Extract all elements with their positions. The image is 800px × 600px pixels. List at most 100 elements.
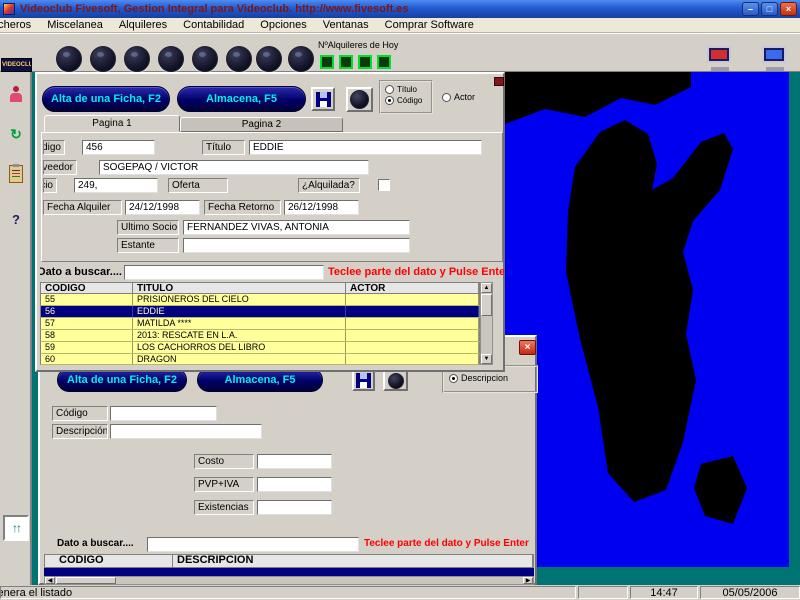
menu-ventanas[interactable]: Ventanas — [315, 19, 377, 31]
help-icon[interactable]: ? — [4, 207, 28, 231]
toolbar-icon-3[interactable] — [124, 46, 150, 72]
dialog1-close-icon[interactable] — [494, 77, 504, 86]
toolbar-icon-8[interactable] — [288, 46, 314, 72]
radio-codigo[interactable]: Código — [385, 96, 431, 105]
toolbar-icon-5[interactable] — [192, 46, 218, 72]
menu-alquileres[interactable]: Alquileres — [111, 19, 175, 31]
table-row[interactable]: 59 LOS CACHORROS DEL LIBRO — [40, 342, 480, 354]
status-message: Genera el listado — [0, 587, 72, 599]
menu-miscelanea[interactable]: Miscelanea — [39, 19, 111, 31]
titulo-input[interactable]: EDDIE — [249, 140, 482, 155]
tab-pagina-2[interactable]: Pagina 2 — [180, 117, 343, 132]
table-row-selected[interactable]: 56 EDDIE — [40, 306, 480, 318]
fecha-retorno-input[interactable]: 26/12/1998 — [284, 200, 359, 215]
toolbar-icon-1[interactable] — [56, 46, 82, 72]
dialog2-h-scrollbar[interactable]: ◀ ▶ — [44, 576, 534, 585]
scroll-thumb[interactable] — [56, 577, 116, 584]
costo-label: Costo — [194, 454, 254, 469]
col-codigo: CODIGO — [45, 555, 173, 567]
menu-opciones[interactable]: Opciones — [252, 19, 314, 31]
ultimo-socio-input[interactable]: FERNANDEZ VIVAS, ANTONIA — [183, 220, 410, 235]
existencias-label: Existencias — [194, 500, 254, 515]
maximize-icon[interactable]: □ — [761, 2, 778, 16]
radio-actor-icon[interactable] — [442, 93, 451, 102]
dialog2-sphere-button[interactable] — [383, 370, 408, 391]
dialog2-search-hint: Teclee parte del dato y Pulse Enter — [364, 538, 536, 549]
fivesoft-logo: VIDEOCLUB — [1, 58, 32, 72]
dialog2-save-button[interactable] — [352, 370, 375, 391]
status-time: 14:47 — [630, 586, 698, 599]
floppy-disk-icon — [356, 373, 371, 388]
dialog2-search-label: Dato a buscar.... — [57, 538, 145, 552]
articulo-codigo-label: Código — [52, 406, 108, 421]
left-sidebar: ↻ ? ↑↑ — [0, 72, 32, 585]
radio-codigo-icon[interactable] — [385, 96, 394, 105]
recycle-icon[interactable]: ↻ — [4, 122, 28, 146]
dialog1-save-button[interactable] — [311, 87, 335, 111]
menu-contabilidad[interactable]: Contabilidad — [175, 19, 252, 31]
computer-icon[interactable] — [760, 46, 790, 71]
toolbar-icon-7[interactable] — [256, 46, 282, 72]
dialog1-search-hint: Teclee parte del dato y Pulse Enter — [328, 266, 504, 278]
articulo-codigo-input[interactable] — [110, 406, 217, 421]
fichas-dialog: Alta de una Ficha, F2 Almacena, F5 Títul… — [35, 72, 505, 372]
computer-send-icon[interactable] — [705, 46, 735, 71]
radio-descripcion-icon[interactable] — [449, 374, 458, 383]
table-row[interactable]: 58 2013: RESCATE EN L.A. — [40, 330, 480, 342]
menu-comprar-software[interactable]: Comprar Software — [377, 19, 482, 31]
dialog2-search-input[interactable] — [147, 537, 359, 552]
scroll-down-icon[interactable]: ▼ — [481, 354, 492, 364]
exit-up-icon[interactable]: ↑↑ — [3, 515, 29, 541]
scroll-left-icon[interactable]: ◀ — [45, 577, 55, 584]
col-codigo: CODIGO — [41, 283, 133, 293]
table-row[interactable]: 55 PRISIONEROS DEL CIELO — [40, 294, 480, 306]
tab-pagina-1[interactable]: Pagina 1 — [44, 115, 180, 132]
proveedor-input[interactable]: SOGEPAQ / VICTOR — [99, 160, 369, 175]
minimize-icon[interactable]: – — [742, 2, 759, 16]
title-bar[interactable]: Videoclub Fivesoft, Gestion Integral par… — [0, 0, 800, 18]
radio-actor[interactable]: Actor — [442, 92, 475, 102]
radio-titulo-icon[interactable] — [385, 85, 394, 94]
image-canvas — [505, 72, 789, 567]
clipboard-icon[interactable] — [4, 162, 28, 186]
table-row[interactable]: 60 DRAGON — [40, 354, 480, 365]
articulos-dialog: × Alta de una Ficha, F2 Almacena, F5 Des… — [38, 335, 537, 585]
toolbar-icon-6[interactable] — [226, 46, 252, 72]
articulo-descripcion-label: Descripción — [52, 424, 108, 439]
status-date: 05/05/2006 — [700, 586, 800, 599]
dialog2-close-icon[interactable]: × — [519, 340, 536, 355]
table-row[interactable]: 57 MATILDA **** — [40, 318, 480, 330]
pvp-input[interactable] — [257, 477, 332, 492]
alquilada-checkbox[interactable] — [378, 179, 390, 191]
scroll-up-icon[interactable]: ▲ — [481, 283, 492, 293]
dialog1-almacena-button[interactable]: Almacena, F5 — [177, 86, 306, 112]
costo-input[interactable] — [257, 454, 332, 469]
status-empty-panel — [578, 586, 628, 599]
toolbar-icon-2[interactable] — [90, 46, 116, 72]
radio-descripcion[interactable]: Descripcion — [449, 373, 536, 383]
existencias-input[interactable] — [257, 500, 332, 515]
estante-input[interactable] — [183, 238, 410, 253]
fecha-alquiler-input[interactable]: 24/12/1998 — [125, 200, 200, 215]
dialog1-search-input[interactable] — [124, 265, 324, 280]
fichas-table-header: CODIGO TITULO ACTOR — [40, 282, 480, 294]
rental-slot-1 — [320, 55, 334, 69]
dialog1-search-label: Dato a buscar.... — [40, 266, 122, 280]
menu-ficheros[interactable]: Ficheros — [0, 19, 39, 31]
codigo-input[interactable]: 456 — [82, 140, 155, 155]
toolbar-icon-4[interactable] — [158, 46, 184, 72]
dialog1-v-scrollbar[interactable]: ▲ ▼ — [480, 282, 493, 365]
dialog1-alta-button[interactable]: Alta de una Ficha, F2 — [42, 86, 170, 112]
articulo-descripcion-input[interactable] — [110, 424, 262, 439]
precio-input[interactable]: 249, — [74, 178, 158, 193]
sphere-icon — [388, 373, 404, 389]
radio-titulo[interactable]: Título — [385, 85, 431, 94]
pvp-label: PVP+IVA — [194, 477, 254, 492]
dialog1-sphere-button[interactable] — [346, 87, 373, 112]
scroll-thumb[interactable] — [481, 294, 492, 316]
person-icon[interactable] — [4, 82, 28, 106]
scroll-right-icon[interactable]: ▶ — [523, 577, 533, 584]
close-icon[interactable]: × — [780, 2, 797, 16]
floppy-disk-icon — [316, 92, 331, 107]
titulo-label: Título — [202, 140, 245, 155]
